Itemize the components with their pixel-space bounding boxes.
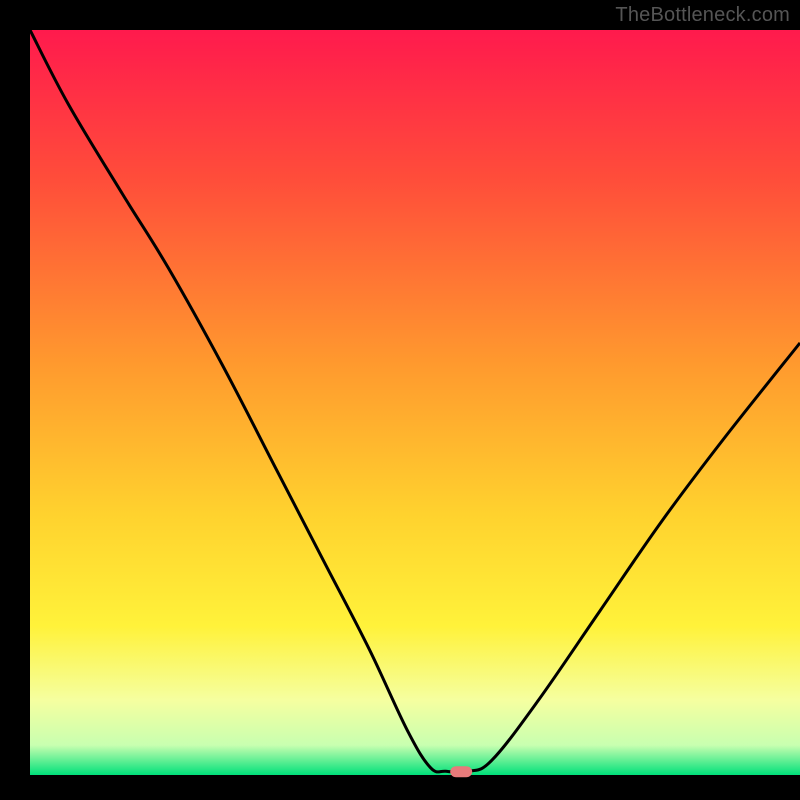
plot-background bbox=[30, 30, 800, 775]
chart-svg bbox=[0, 0, 800, 800]
chart-container: TheBottleneck.com bbox=[0, 0, 800, 800]
optimum-marker bbox=[450, 766, 472, 777]
watermark-text: TheBottleneck.com bbox=[615, 4, 790, 27]
